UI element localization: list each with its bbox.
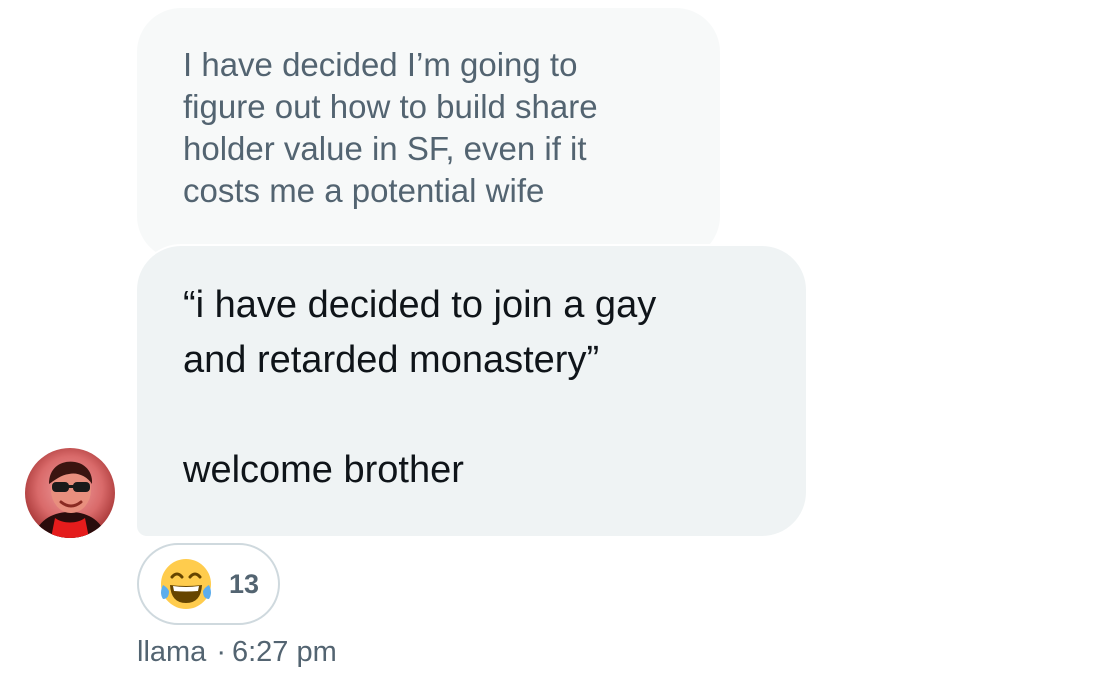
message-timestamp: 6:27 pm bbox=[231, 636, 337, 668]
tears-of-joy-emoji-icon bbox=[161, 559, 211, 609]
avatar-icon bbox=[25, 448, 115, 538]
quoted-message-bubble[interactable]: I have decided I’m going to figure out h… bbox=[137, 8, 720, 260]
reply-message-text: “i have decided to join a gay and retard… bbox=[183, 284, 657, 491]
sender-name[interactable]: llama bbox=[137, 636, 206, 668]
reaction-button[interactable]: 13 bbox=[137, 543, 280, 625]
reply-message-bubble[interactable]: “i have decided to join a gay and retard… bbox=[137, 246, 806, 536]
message-meta: llama · 6:27 pm bbox=[137, 636, 337, 669]
reaction-count: 13 bbox=[229, 568, 260, 599]
meta-separator: · bbox=[216, 636, 226, 668]
user-avatar[interactable] bbox=[25, 448, 115, 538]
quoted-message-text: I have decided I’m going to figure out h… bbox=[183, 46, 598, 209]
